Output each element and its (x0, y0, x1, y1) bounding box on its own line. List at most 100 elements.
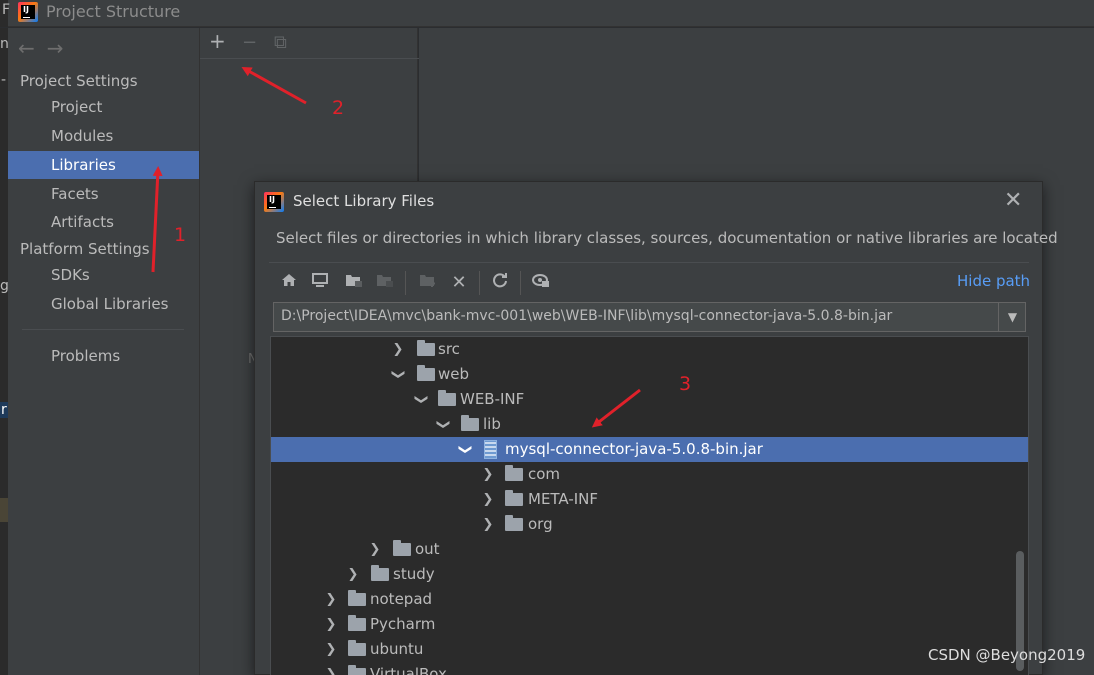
dialog-description: Select files or directories in which lib… (276, 229, 1058, 247)
tree-row[interactable]: ❯ Pycharm (271, 612, 1028, 637)
background-window-strip: n - g r (0, 28, 9, 675)
folder-icon (461, 415, 479, 431)
chevron-right-icon[interactable]: ❯ (324, 662, 338, 675)
tree-row-label: src (438, 340, 460, 358)
chevron-right-icon[interactable]: ❯ (346, 562, 360, 587)
remove-library-icon[interactable]: − (242, 32, 257, 53)
annotation-number-2: 2 (332, 97, 345, 119)
copy-library-icon[interactable]: ⧉ (274, 32, 287, 53)
tree-row[interactable]: ❯ com (271, 462, 1028, 487)
tree-row[interactable]: ❯ out (271, 537, 1028, 562)
title-bar: F IJ Project Structure (0, 0, 1094, 27)
chevron-down-icon[interactable]: ❯ (409, 393, 434, 407)
background-fragment: - (1, 72, 7, 88)
tree-row[interactable]: ❯ org (271, 512, 1028, 537)
tree-row-label: ubuntu (370, 640, 424, 658)
path-field[interactable]: D:\Project\IDEA\mvc\bank-mvc-001\web\WEB… (281, 308, 892, 324)
tree-row[interactable]: ❯ study (271, 562, 1028, 587)
sidebar-item-sdks[interactable]: SDKs (8, 261, 199, 289)
chevron-right-icon[interactable]: ❯ (324, 612, 338, 637)
folder-icon (348, 640, 366, 656)
chevron-right-icon[interactable]: ❯ (391, 337, 405, 362)
tree-row[interactable]: ❯ notepad (271, 587, 1028, 612)
tree-row[interactable]: ❯ web (271, 362, 1028, 387)
project-structure-sidebar: ←→ Project Settings Project Modules Libr… (8, 28, 199, 675)
background-window-edge: F (0, 0, 10, 27)
chevron-right-icon[interactable]: ❯ (481, 487, 495, 512)
back-arrow-icon[interactable]: ← (18, 36, 47, 60)
tree-row[interactable]: ❯ lib (271, 412, 1028, 437)
chevron-right-icon[interactable]: ❯ (481, 512, 495, 537)
tree-row-label: study (393, 565, 435, 583)
project-folder-icon[interactable] (343, 272, 365, 294)
sidebar-item-problems[interactable]: Problems (8, 342, 199, 370)
sidebar-item-libraries[interactable]: Libraries (8, 151, 199, 179)
new-folder-icon[interactable] (417, 272, 439, 294)
tree-row-label: com (528, 465, 561, 483)
dialog-title: Select Library Files (293, 192, 435, 210)
close-icon[interactable]: ✕ (1004, 188, 1022, 213)
intellij-logo-icon: IJ (18, 2, 38, 22)
chevron-right-icon[interactable]: ❯ (324, 637, 338, 662)
folder-icon (505, 465, 523, 481)
forward-arrow-icon[interactable]: → (47, 36, 76, 60)
tree-row-label: lib (483, 415, 501, 433)
tree-row[interactable]: ❯ VirtualBox (271, 662, 1028, 675)
tree-row-label: VirtualBox (370, 665, 447, 675)
section-project-settings: Project Settings (20, 72, 138, 90)
desktop-icon[interactable] (309, 272, 331, 294)
folder-icon (417, 340, 435, 356)
file-tree[interactable]: ❯ src ❯ web ❯ WEB-INF ❯ lib ❯ mysql-conn… (270, 336, 1029, 675)
tree-row[interactable]: ❯ src (271, 337, 1028, 362)
section-platform-settings: Platform Settings (20, 240, 150, 258)
folder-icon (371, 565, 389, 581)
sidebar-item-artifacts[interactable]: Artifacts (8, 208, 199, 236)
hide-path-link[interactable]: Hide path (957, 272, 1030, 290)
folder-icon (438, 390, 456, 406)
chevron-down-icon[interactable]: ❯ (453, 443, 478, 457)
chevron-right-icon[interactable]: ❯ (481, 462, 495, 487)
chevron-down-icon[interactable]: ▼ (998, 303, 1026, 331)
sidebar-item-facets[interactable]: Facets (8, 180, 199, 208)
show-hidden-icon[interactable] (530, 272, 552, 294)
background-fragment: r (0, 402, 8, 418)
tree-row-label: WEB-INF (460, 390, 525, 408)
tree-row[interactable]: ❯ META-INF (271, 487, 1028, 512)
annotation-number-3: 3 (679, 373, 692, 395)
tree-row[interactable]: ❯ WEB-INF (271, 387, 1028, 412)
jar-icon (484, 440, 497, 459)
refresh-icon[interactable] (489, 272, 511, 294)
tree-row-label: mysql-connector-java-5.0.8-bin.jar (505, 440, 763, 458)
tree-row-selected[interactable]: ❯ mysql-connector-java-5.0.8-bin.jar (271, 437, 1028, 462)
annotation-number-1: 1 (174, 224, 187, 246)
file-chooser-toolbar: ✕ (269, 262, 1029, 300)
select-library-files-dialog: IJ Select Library Files ✕ Select files o… (254, 181, 1058, 675)
folder-icon (348, 590, 366, 606)
sidebar-item-project[interactable]: Project (8, 93, 199, 121)
chevron-down-icon[interactable]: ❯ (386, 368, 411, 382)
chevron-right-icon[interactable]: ❯ (368, 537, 382, 562)
intellij-logo-icon: IJ (264, 192, 284, 212)
folder-icon (505, 490, 523, 506)
chevron-down-icon[interactable]: ❯ (431, 418, 456, 432)
add-library-icon[interactable]: + (209, 29, 226, 53)
folder-icon (348, 615, 366, 631)
path-combo-box[interactable]: D:\Project\IDEA\mvc\bank-mvc-001\web\WEB… (273, 302, 1026, 332)
module-folder-icon[interactable] (374, 272, 396, 294)
sidebar-item-modules[interactable]: Modules (8, 122, 199, 150)
folder-icon (393, 540, 411, 556)
tree-row-label: notepad (370, 590, 433, 608)
sidebar-item-global-libraries[interactable]: Global Libraries (8, 290, 199, 318)
delete-icon[interactable]: ✕ (448, 272, 470, 294)
tree-row[interactable]: ❯ ubuntu (271, 637, 1028, 662)
tree-row-label: web (438, 365, 470, 383)
watermark: CSDN @Beyong2019 (928, 646, 1086, 664)
tree-row-label: Pycharm (370, 615, 436, 633)
home-icon[interactable] (278, 272, 300, 294)
chevron-right-icon[interactable]: ❯ (324, 587, 338, 612)
tree-row-label: org (528, 515, 553, 533)
folder-icon (505, 515, 523, 531)
libraries-toolbar: + − ⧉ (200, 28, 419, 59)
toolbar-separator (520, 271, 521, 295)
nav-arrows: ←→ (18, 36, 76, 60)
